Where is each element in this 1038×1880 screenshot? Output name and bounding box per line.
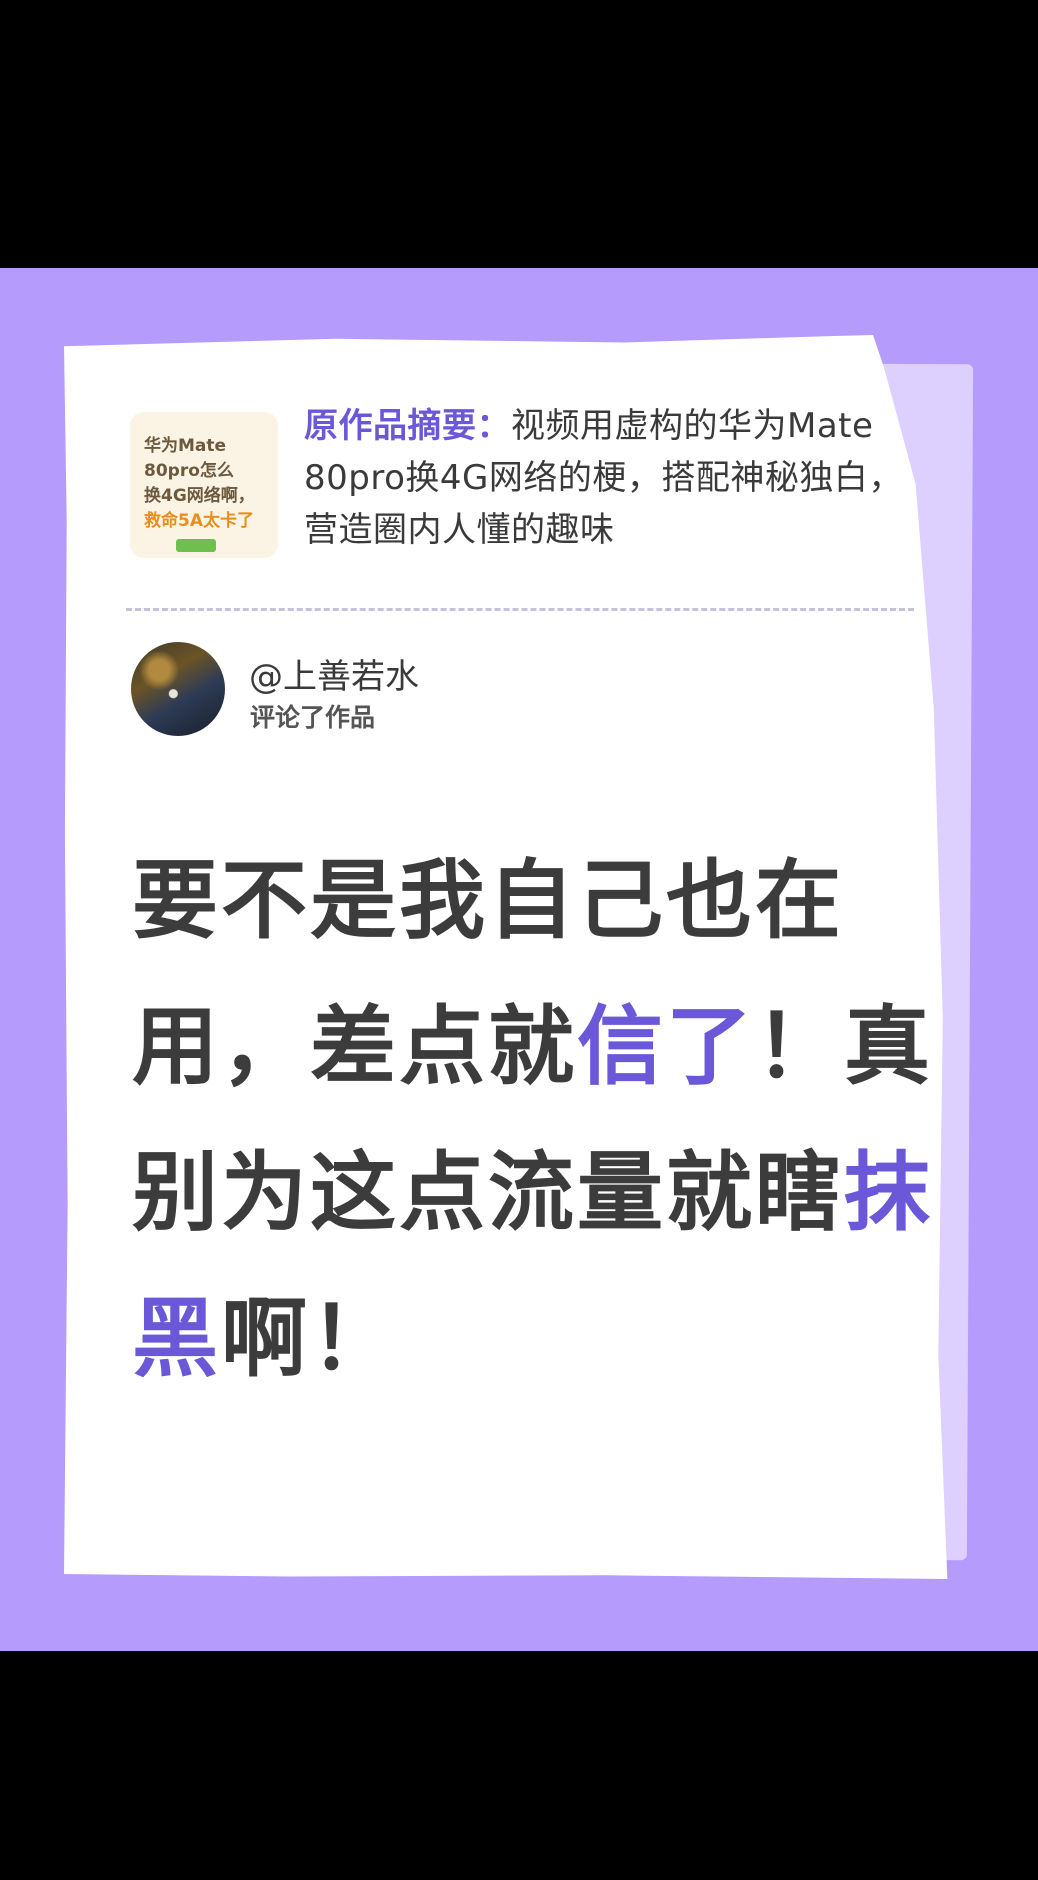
user-avatar-icon[interactable] <box>131 642 225 736</box>
original-work-thumbnail[interactable]: 华为Mate 80pro怎么 换4G网络啊， 救命5A太卡了 <box>130 412 278 558</box>
comment-action-label: 评论了作品 <box>250 703 376 732</box>
thumbnail-badge <box>176 539 216 552</box>
dashed-divider <box>126 608 914 611</box>
thumbnail-line: 换4G网络啊， <box>144 486 255 506</box>
thumbnail-line: 华为Mate <box>144 436 227 456</box>
comment-segment: 啊！ <box>221 1289 399 1389</box>
thumbnail-text: 华为Mate 80pro怎么 换4G网络啊， 救命5A太卡了 <box>144 434 272 534</box>
comment-highlight: 信了 <box>577 997 755 1097</box>
thumbnail-line: 救命5A太卡了 <box>144 511 254 531</box>
comment-text: 要不是我自己也在用，差点就信了！真别为这点流量就瞎抹黑啊！ <box>132 828 952 1412</box>
page: 华为Mate 80pro怎么 换4G网络啊， 救命5A太卡了 原作品摘要：视频用… <box>0 0 1038 1880</box>
thumbnail-line: 80pro怎么 <box>144 461 234 481</box>
original-work-summary: 原作品摘要：视频用虚构的华为Mate 80pro换4G网络的梗，搭配神秘独白，营… <box>304 400 904 556</box>
username[interactable]: @上善若水 <box>249 649 419 698</box>
summary-label: 原作品摘要： <box>304 406 511 446</box>
